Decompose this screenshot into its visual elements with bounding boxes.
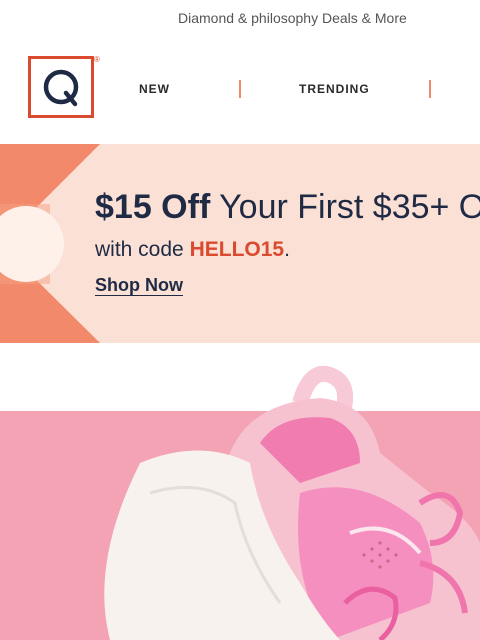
nav-separator bbox=[429, 80, 431, 98]
promo-headline: $15 Off Your First $35+ O bbox=[95, 188, 480, 227]
shop-now-link[interactable]: Shop Now bbox=[95, 275, 183, 296]
promo-subline: with code HELLO15. bbox=[95, 238, 290, 262]
nav-separator bbox=[239, 80, 241, 98]
nav-new[interactable]: NEW bbox=[139, 82, 170, 96]
hero-image[interactable] bbox=[0, 343, 480, 640]
banner-decoration-icon bbox=[0, 144, 100, 343]
promo-code: HELLO15 bbox=[189, 238, 285, 261]
promo-banner[interactable]: $15 Off Your First $35+ O with code HELL… bbox=[0, 144, 480, 343]
preheader-text: Diamond & philosophy Deals & More bbox=[178, 10, 407, 26]
promo-subline-suffix: . bbox=[284, 238, 290, 261]
pink-sneaker-icon bbox=[104, 365, 480, 640]
registered-mark: ® bbox=[94, 55, 100, 64]
preheader-bar: Diamond & philosophy Deals & More bbox=[0, 0, 480, 40]
nav-trending[interactable]: TRENDING bbox=[299, 82, 370, 96]
promo-headline-bold: $15 Off bbox=[95, 188, 211, 226]
promo-subline-prefix: with code bbox=[95, 238, 190, 261]
qvc-logo[interactable] bbox=[28, 56, 94, 118]
q-logo-icon bbox=[43, 69, 79, 107]
promo-headline-rest: Your First $35+ O bbox=[210, 188, 480, 226]
